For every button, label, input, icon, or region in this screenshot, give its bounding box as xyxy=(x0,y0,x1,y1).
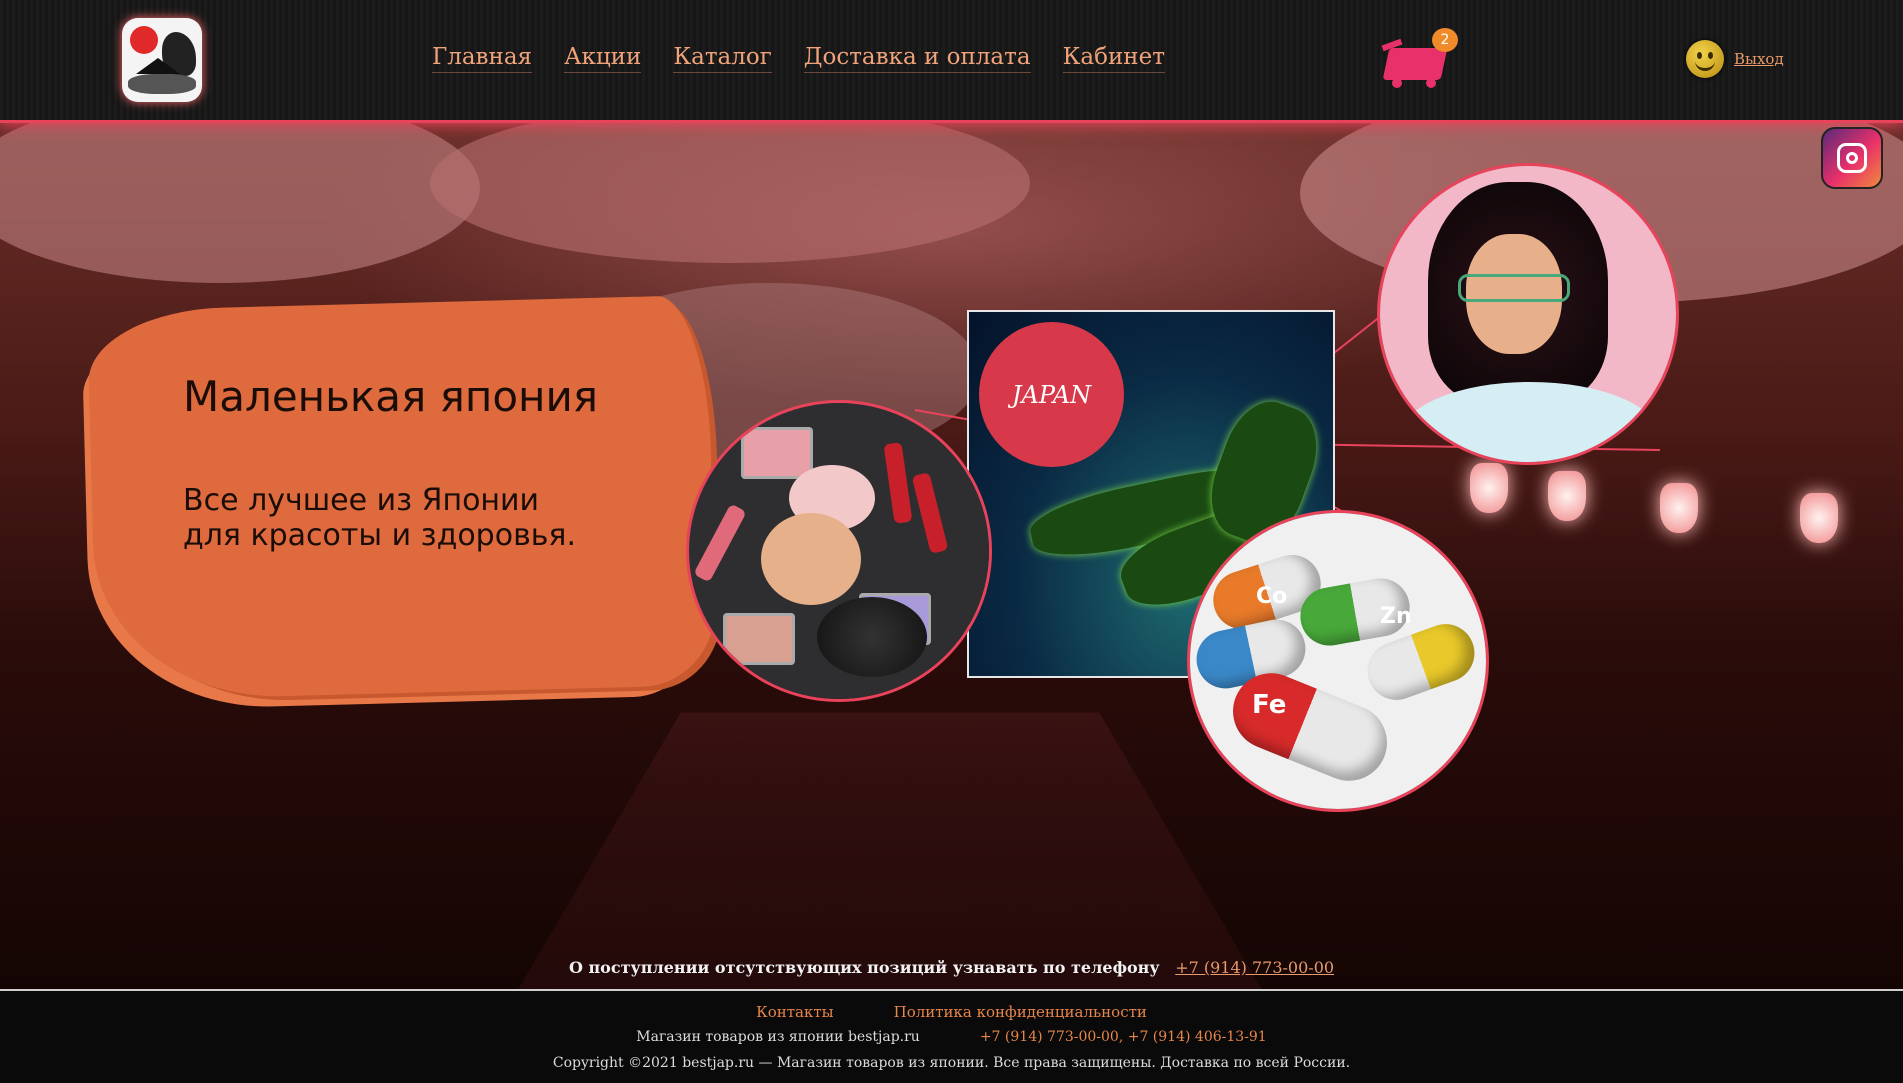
stock-notice-phone-link[interactable]: +7 (914) 773-00-00 xyxy=(1175,958,1334,977)
cart-wheel xyxy=(1426,78,1436,88)
footer-shop-name: Магазин товаров из японии bestjap.ru xyxy=(636,1029,920,1045)
footer-link-contacts[interactable]: Контакты xyxy=(756,1003,834,1021)
japan-seal-text: JAPAN xyxy=(1011,380,1092,409)
vitamin-labels: Co Zn Fe xyxy=(1252,584,1412,720)
nav-delivery-payment[interactable]: Доставка и оплата xyxy=(803,44,1031,73)
logo-icon[interactable] xyxy=(122,18,202,102)
cart-wheel xyxy=(1392,78,1402,88)
footer-links: Контакты Политика конфиденциальности xyxy=(0,1003,1903,1021)
eyeshadow-palette xyxy=(741,427,813,479)
cosmetics-circle xyxy=(686,400,992,702)
vitamin-label-fe: Fe xyxy=(1252,690,1286,720)
smiley-avatar-icon[interactable] xyxy=(1686,40,1724,78)
site-header: Главная Акции Каталог Доставка и оплата … xyxy=(0,0,1903,123)
instagram-glyph xyxy=(1837,143,1867,173)
main-nav: Главная Акции Каталог Доставка и оплата … xyxy=(432,44,1165,73)
logout-link[interactable]: Выход xyxy=(1734,50,1784,68)
logo-pagoda xyxy=(136,58,180,74)
smiley-mouth xyxy=(1695,60,1715,71)
vitamin-label-co: Co xyxy=(1256,584,1287,609)
makeup-brush xyxy=(817,597,927,677)
nav-catalog[interactable]: Каталог xyxy=(673,44,772,73)
footer-copyright: Copyright ©2021 bestjap.ru — Магазин тов… xyxy=(552,1055,1351,1071)
portrait-glasses xyxy=(1458,274,1570,302)
vitamins-circle: Co Zn Fe xyxy=(1187,510,1489,812)
logo-sun xyxy=(130,26,158,54)
user-area: Выход xyxy=(1686,40,1784,78)
instagram-icon[interactable] xyxy=(1821,127,1883,189)
hero-subtitle-line1: Все лучшее из Японии xyxy=(183,483,540,518)
cart-count-badge: 2 xyxy=(1432,28,1458,52)
powder-puff xyxy=(761,513,861,605)
eyeshadow-palette xyxy=(723,613,795,665)
nav-home[interactable]: Главная xyxy=(432,44,533,73)
hero-subtitle: Все лучшее из Японии для красоты и здоро… xyxy=(183,483,663,553)
hero-banner: JAPAN Co Zn Fe Маленькая япония Все лучш… xyxy=(0,123,1903,991)
footer-phones: +7 (914) 773-00-00, +7 (914) 406-13-91 xyxy=(979,1029,1267,1045)
nav-account[interactable]: Кабинет xyxy=(1062,44,1165,73)
stock-notice-text: О поступлении отсутствующих позиций узна… xyxy=(568,958,1160,977)
vitamin-label-zn: Zn xyxy=(1380,604,1412,629)
hero-title: Маленькая япония xyxy=(183,372,599,421)
japan-seal: JAPAN xyxy=(979,322,1124,467)
site-footer: Контакты Политика конфиденциальности Маг… xyxy=(0,989,1903,1083)
cart-body xyxy=(1382,48,1448,80)
stock-notice: О поступлении отсутствующих позиций узна… xyxy=(0,958,1903,977)
portrait-circle xyxy=(1377,163,1679,465)
nav-promotions[interactable]: Акции xyxy=(564,44,642,73)
footer-link-privacy[interactable]: Политика конфиденциальности xyxy=(894,1003,1147,1021)
cart-icon[interactable]: 2 xyxy=(1381,28,1462,88)
footer-info-row: Магазин товаров из японии bestjap.ru +7 … xyxy=(0,1029,1903,1045)
hero-subtitle-line2: для красоты и здоровья. xyxy=(183,518,577,553)
logo-rock xyxy=(128,74,196,94)
